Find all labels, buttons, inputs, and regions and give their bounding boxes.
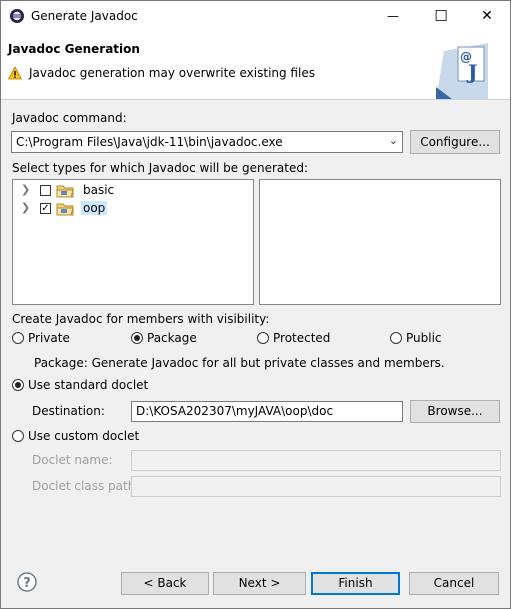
chevron-right-icon[interactable]: ❯ bbox=[21, 201, 30, 214]
radio-package[interactable] bbox=[131, 332, 143, 344]
header-message: Javadoc generation may overwrite existin… bbox=[29, 66, 315, 80]
destination-input[interactable]: D:\KOSA202307\myJAVA\oop\doc bbox=[131, 401, 403, 422]
finish-button[interactable]: Finish bbox=[311, 572, 400, 595]
radio-standard-doclet[interactable] bbox=[12, 379, 24, 391]
radio-private-label[interactable]: Private bbox=[28, 331, 70, 345]
eclipse-icon bbox=[10, 9, 24, 23]
javadoc-wizard-icon: @ J bbox=[436, 43, 488, 99]
doclet-classpath-label: Doclet class path: bbox=[32, 479, 140, 493]
maximize-button[interactable]: ☐ bbox=[418, 1, 464, 31]
chevron-right-icon[interactable]: ❯ bbox=[21, 183, 30, 196]
custom-doclet-label[interactable]: Use custom doclet bbox=[28, 429, 139, 443]
minimize-icon: — bbox=[387, 9, 399, 23]
destination-label: Destination: bbox=[32, 404, 105, 418]
javadoc-command-value: C:\Program Files\Java\jdk-11\bin\javadoc… bbox=[16, 135, 283, 149]
tree-item-oop[interactable]: ❯ ✓ oop bbox=[13, 200, 253, 218]
checkbox-oop[interactable]: ✓ bbox=[40, 203, 51, 214]
wizard-header: Javadoc Generation Javadoc generation ma… bbox=[1, 31, 510, 100]
tree-item-label: oop bbox=[81, 201, 108, 215]
tree-item-label: basic bbox=[83, 183, 115, 197]
doclet-name-input[interactable] bbox=[131, 450, 501, 471]
page-title: Javadoc Generation bbox=[8, 42, 140, 56]
radio-public-label[interactable]: Public bbox=[406, 331, 442, 345]
radio-package-label[interactable]: Package bbox=[147, 331, 197, 345]
radio-protected-label[interactable]: Protected bbox=[273, 331, 330, 345]
close-icon: ✕ bbox=[481, 8, 493, 24]
help-icon[interactable]: ? bbox=[17, 572, 37, 592]
types-tree[interactable]: ❯ basic ❯ ✓ oop bbox=[12, 179, 254, 305]
select-types-label: Select types for which Javadoc will be g… bbox=[12, 161, 308, 175]
types-detail-list[interactable] bbox=[259, 179, 501, 305]
cancel-button[interactable]: Cancel bbox=[409, 572, 499, 595]
browse-button[interactable]: Browse... bbox=[410, 400, 500, 423]
configure-button[interactable]: Configure... bbox=[410, 130, 500, 154]
svg-text:?: ? bbox=[23, 576, 31, 591]
chevron-down-icon[interactable]: ⌄ bbox=[389, 134, 398, 147]
checkbox-basic[interactable] bbox=[40, 185, 51, 196]
svg-text:J: J bbox=[466, 60, 477, 84]
radio-custom-doclet[interactable] bbox=[12, 430, 24, 442]
javadoc-command-label: Javadoc command: bbox=[12, 111, 127, 125]
next-button[interactable]: Next > bbox=[213, 572, 306, 595]
visibility-label: Create Javadoc for members with visibili… bbox=[12, 312, 270, 326]
package-folder-icon bbox=[56, 203, 74, 216]
radio-private[interactable] bbox=[12, 332, 24, 344]
visibility-description: Package: Generate Javadoc for all but pr… bbox=[34, 356, 445, 370]
window-title: Generate Javadoc bbox=[31, 9, 138, 23]
doclet-classpath-input[interactable] bbox=[131, 476, 501, 497]
generate-javadoc-dialog: Generate Javadoc — ☐ ✕ Javadoc Generatio… bbox=[0, 0, 511, 609]
back-button[interactable]: < Back bbox=[121, 572, 209, 595]
radio-public[interactable] bbox=[390, 332, 402, 344]
package-folder-icon bbox=[56, 185, 74, 198]
minimize-button[interactable]: — bbox=[370, 1, 416, 31]
radio-protected[interactable] bbox=[257, 332, 269, 344]
tree-item-basic[interactable]: ❯ basic bbox=[13, 182, 253, 200]
javadoc-command-combo[interactable]: C:\Program Files\Java\jdk-11\bin\javadoc… bbox=[11, 131, 403, 153]
doclet-name-label: Doclet name: bbox=[32, 453, 113, 467]
warning-icon bbox=[8, 66, 22, 80]
maximize-icon: ☐ bbox=[434, 7, 448, 25]
title-bar: Generate Javadoc — ☐ ✕ bbox=[1, 1, 510, 31]
standard-doclet-label[interactable]: Use standard doclet bbox=[28, 378, 148, 392]
close-button[interactable]: ✕ bbox=[464, 1, 510, 31]
